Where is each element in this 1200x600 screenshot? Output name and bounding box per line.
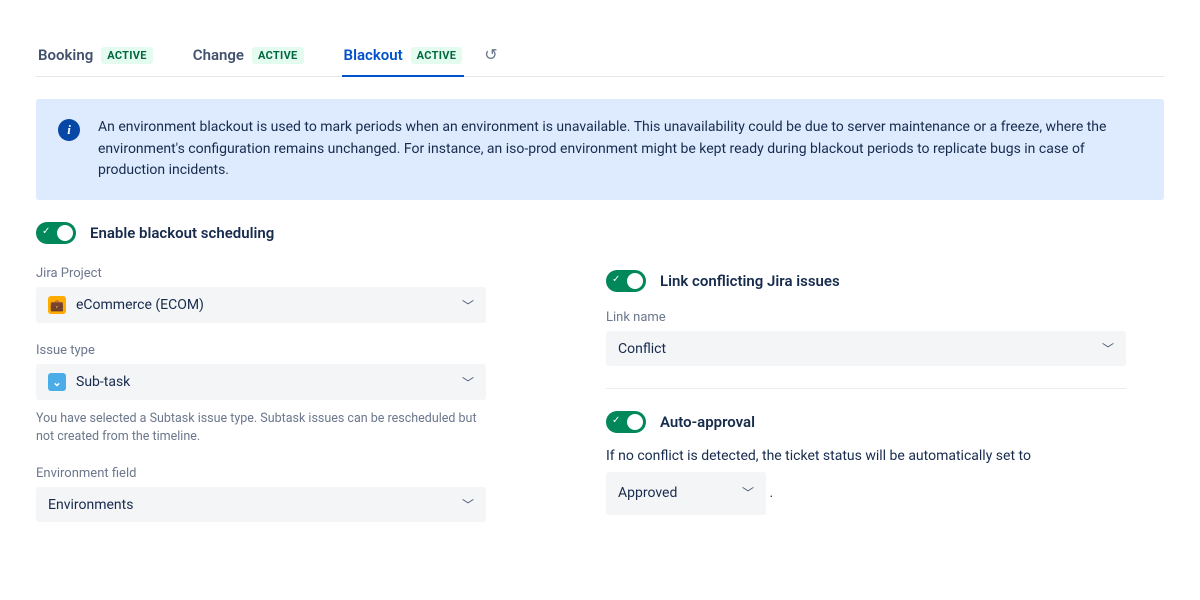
- status-badge: ACTIVE: [411, 47, 463, 64]
- tab-label: Blackout: [344, 46, 403, 64]
- auto-approval-toggle[interactable]: [606, 411, 646, 433]
- chevron-down-icon: ﹀: [462, 297, 474, 314]
- issue-type-label: Issue type: [36, 343, 486, 358]
- environment-field-label: Environment field: [36, 466, 486, 481]
- chevron-down-icon: ﹀: [742, 480, 754, 506]
- status-badge: ACTIVE: [252, 47, 304, 64]
- jira-project-select[interactable]: 💼 eCommerce (ECOM) ﹀: [36, 287, 486, 323]
- jira-project-label: Jira Project: [36, 266, 486, 281]
- undo-button[interactable]: ↺: [482, 41, 499, 76]
- tabs-bar: Booking ACTIVE Change ACTIVE Blackout AC…: [36, 40, 1164, 77]
- link-name-label: Link name: [606, 310, 1126, 325]
- chevron-down-icon: ﹀: [462, 496, 474, 513]
- auto-approval-label: Auto-approval: [660, 413, 755, 431]
- auto-approval-text-before: If no conflict is detected, the ticket s…: [606, 448, 1031, 464]
- environment-field-value: Environments: [48, 497, 133, 513]
- info-icon: i: [58, 119, 80, 141]
- environment-field-select[interactable]: Environments ﹀: [36, 487, 486, 522]
- status-badge: ACTIVE: [101, 47, 153, 64]
- tab-label: Change: [193, 46, 244, 64]
- chevron-down-icon: ﹀: [1102, 340, 1114, 357]
- divider: [606, 388, 1126, 389]
- link-conflicting-toggle[interactable]: [606, 270, 646, 292]
- project-avatar-icon: 💼: [48, 296, 66, 314]
- tab-label: Booking: [38, 46, 93, 64]
- enable-blackout-label: Enable blackout scheduling: [90, 224, 274, 242]
- issue-type-icon: ⌄: [48, 373, 66, 391]
- link-conflicting-label: Link conflicting Jira issues: [660, 272, 840, 290]
- tab-booking[interactable]: Booking ACTIVE: [36, 40, 155, 76]
- auto-approval-description: If no conflict is detected, the ticket s…: [606, 441, 1126, 515]
- issue-type-select[interactable]: ⌄ Sub-task ﹀: [36, 364, 486, 400]
- link-name-select[interactable]: Conflict ﹀: [606, 331, 1126, 366]
- tab-blackout[interactable]: Blackout ACTIVE: [342, 40, 465, 76]
- enable-blackout-row: Enable blackout scheduling: [36, 222, 1164, 244]
- link-name-value: Conflict: [618, 341, 666, 357]
- jira-project-value: eCommerce (ECOM): [76, 297, 204, 313]
- auto-approval-status-select[interactable]: Approved ﹀: [606, 472, 766, 515]
- issue-type-value: Sub-task: [76, 374, 130, 390]
- enable-blackout-toggle[interactable]: [36, 222, 76, 244]
- info-panel: i An environment blackout is used to mar…: [36, 99, 1164, 200]
- auto-approval-status-value: Approved: [618, 478, 677, 509]
- issue-type-helper: You have selected a Subtask issue type. …: [36, 410, 486, 446]
- info-text: An environment blackout is used to mark …: [98, 117, 1142, 182]
- auto-approval-text-after: .: [769, 485, 773, 501]
- tab-change[interactable]: Change ACTIVE: [191, 40, 306, 76]
- chevron-down-icon: ﹀: [462, 374, 474, 391]
